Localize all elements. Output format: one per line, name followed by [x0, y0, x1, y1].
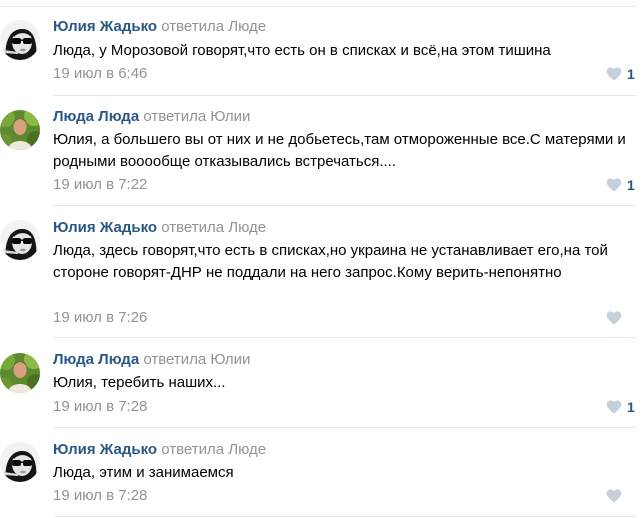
like-count: 1 [627, 66, 635, 82]
comment-item: Юлия Жадько ответила Люде Люда, у Морозо… [0, 0, 642, 96]
like-button[interactable]: 1 [606, 398, 635, 416]
comment-text: Люда, у Морозовой говорят,что есть он в … [53, 42, 551, 59]
like-button[interactable] [606, 487, 627, 505]
comment-item: Юлия Жадько ответила Люде Люда, здесь го… [0, 206, 642, 338]
avatar-woman-sunglasses-icon[interactable] [0, 442, 40, 482]
avatar-woman-outdoors-icon[interactable] [0, 110, 40, 150]
comment-replied-to-link[interactable]: ответила Юлии [143, 108, 250, 125]
avatar-woman-sunglasses-icon[interactable] [0, 20, 40, 60]
comment-item: Люда Люда ответила Юлии Юлия, теребить н… [0, 338, 642, 428]
comment-date-link[interactable]: 19 июл в 7:28 [53, 487, 147, 505]
comment-date-link[interactable]: 19 июл в 6:46 [53, 65, 147, 83]
like-button[interactable]: 1 [606, 65, 635, 83]
comment-divider [53, 516, 636, 517]
avatar-woman-outdoors-icon[interactable] [0, 353, 40, 393]
comment-text: Юлия, а большего вы от них и не добьетес… [53, 131, 626, 170]
heart-icon [606, 311, 622, 325]
comment-replied-to-link[interactable]: ответила Люде [161, 18, 266, 35]
like-button[interactable]: 1 [606, 176, 635, 194]
comment-author-link[interactable]: Люда Люда [53, 351, 139, 368]
avatar-woman-sunglasses-icon[interactable] [0, 220, 40, 260]
comment-date-link[interactable]: 19 июл в 7:26 [53, 309, 147, 327]
like-count: 1 [627, 399, 635, 415]
comment-replied-to-link[interactable]: ответила Люде [161, 441, 266, 458]
like-button[interactable] [606, 309, 627, 327]
comment-item: Люда Люда ответила Юлии Юлия, а большего… [0, 96, 642, 206]
heart-icon [606, 400, 622, 414]
comment-replied-to-link[interactable]: ответила Юлии [143, 351, 250, 368]
comment-date-link[interactable]: 19 июл в 7:22 [53, 176, 147, 194]
comment-item: Юлия Жадько ответила Люде Люда, этим и з… [0, 428, 642, 518]
comment-text: Люда, здесь говорят,что есть в списках,н… [53, 242, 608, 281]
comment-author-link[interactable]: Люда Люда [53, 108, 139, 125]
comment-author-link[interactable]: Юлия Жадько [53, 441, 157, 458]
like-count: 1 [627, 177, 635, 193]
comment-author-link[interactable]: Юлия Жадько [53, 219, 157, 236]
heart-icon [606, 178, 622, 192]
comment-text: Люда, этим и занимаемся [53, 464, 234, 481]
heart-icon [606, 67, 622, 81]
comment-date-link[interactable]: 19 июл в 7:28 [53, 398, 147, 416]
comment-author-link[interactable]: Юлия Жадько [53, 18, 157, 35]
comment-text: Юлия, теребить наших... [53, 374, 226, 391]
heart-icon [606, 489, 622, 503]
comment-replied-to-link[interactable]: ответила Люде [161, 219, 266, 236]
